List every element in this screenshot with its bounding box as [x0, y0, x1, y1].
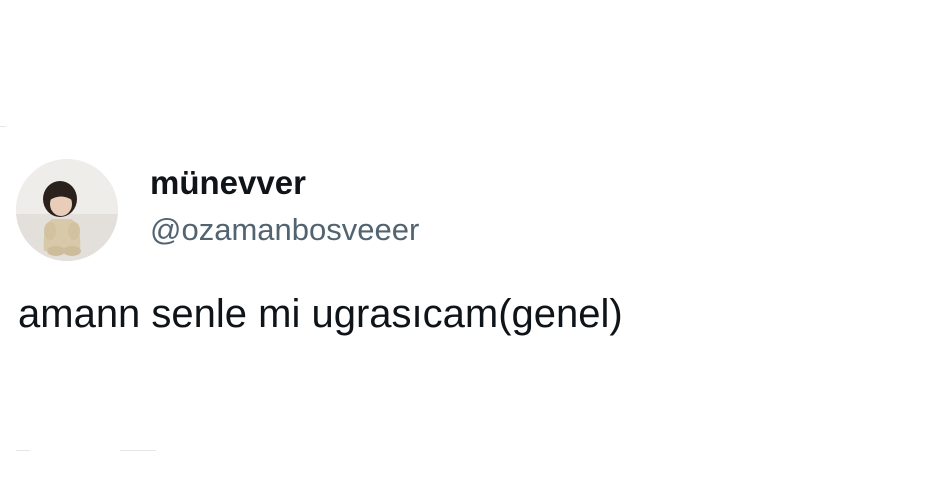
divider [0, 126, 6, 127]
divider [16, 450, 30, 451]
divider [120, 450, 156, 451]
tweet-text: amann senle mi ugrasıcam(genel) [18, 292, 623, 336]
display-name[interactable]: münevver [150, 163, 306, 203]
avatar[interactable] [16, 159, 118, 261]
user-handle[interactable]: @ozamanbosveeer [150, 210, 419, 250]
profile-photo-icon [16, 159, 118, 261]
tweet-card: münevver @ozamanbosveeer amann senle mi … [0, 0, 937, 493]
